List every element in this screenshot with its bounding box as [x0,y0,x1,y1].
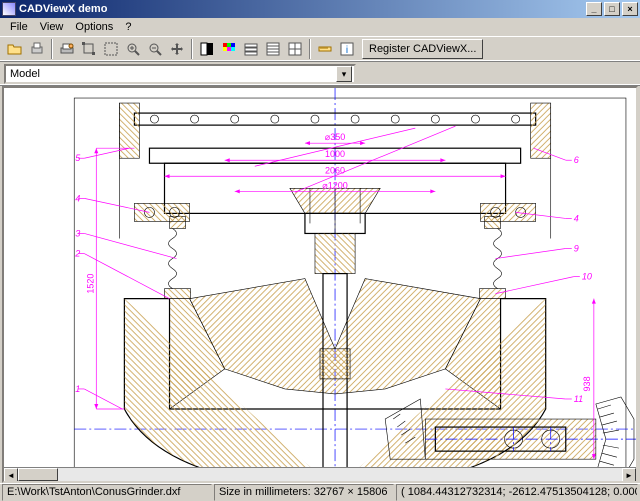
canvas-viewport[interactable]: ⌀350 1000 2060 ⌀1200 1520 938 [2,86,638,483]
menu-file[interactable]: File [4,19,34,35]
black-white-icon[interactable] [196,38,218,60]
zoom-window-icon[interactable] [78,38,100,60]
dim-d1200: ⌀1200 [322,180,347,190]
label-3: 3 [75,228,80,238]
maximize-button[interactable]: □ [604,2,620,16]
dim-d350: ⌀350 [325,132,345,142]
toolbar-separator [309,39,311,59]
window-controls: _ □ × [586,2,638,16]
label-4: 4 [75,193,80,203]
dropdown-icon[interactable] [336,66,352,82]
status-filepath: E:\Work\TstAnton\ConusGrinder.dxf [2,484,212,501]
statusbar: E:\Work\TstAnton\ConusGrinder.dxf Size i… [0,483,640,501]
printer-setup-icon[interactable] [56,38,78,60]
label-8: 4 [574,213,579,223]
print-icon[interactable] [26,38,48,60]
menu-view[interactable]: View [34,19,70,35]
status-cursor: ( 1084.44312732314; -2612.47513504128; 0… [396,484,638,501]
scroll-track[interactable] [18,468,622,481]
horizontal-scrollbar[interactable]: ◄ ► [4,467,636,481]
menu-help[interactable]: ? [119,19,137,35]
menu-options[interactable]: Options [69,19,119,35]
grid-icon[interactable] [284,38,306,60]
label-2: 2 [74,249,80,259]
zoom-extents-icon[interactable] [100,38,122,60]
toolbar-separator [51,39,53,59]
minimize-button[interactable]: _ [586,2,602,16]
dim-1520: 1520 [85,274,95,294]
label-1: 1 [75,384,80,394]
layout-selector[interactable]: Model [4,64,356,84]
label-11: 11 [574,394,583,404]
svg-text:i: i [346,45,348,56]
label-10: 10 [582,272,592,282]
dim-2060: 2060 [325,165,345,175]
scroll-left-icon[interactable]: ◄ [4,468,18,482]
layout-selector-value: Model [10,68,40,80]
scroll-right-icon[interactable]: ► [622,468,636,482]
layout-icon[interactable] [262,38,284,60]
status-size: Size in millimeters: 32767 × 15806 [214,484,394,501]
layers-icon[interactable] [240,38,262,60]
dim-938: 938 [582,376,592,391]
zoom-in-icon[interactable] [122,38,144,60]
register-button[interactable]: Register CADViewX... [362,39,483,59]
info-icon[interactable]: i [336,38,358,60]
register-label: Register CADViewX... [369,43,476,55]
color-icon[interactable] [218,38,240,60]
toolbar: i Register CADViewX... [0,36,640,62]
dim-1000: 1000 [325,149,345,159]
window-title: CADViewX demo [19,3,586,15]
toolbar-separator [191,39,193,59]
cad-drawing[interactable]: ⌀350 1000 2060 ⌀1200 1520 938 [4,88,636,483]
menubar: File View Options ? [0,18,640,36]
selector-row: Model [0,62,640,86]
titlebar: CADViewX demo _ □ × [0,0,640,18]
app-icon [2,2,16,16]
ruler-icon[interactable] [314,38,336,60]
close-button[interactable]: × [622,2,638,16]
zoom-out-icon[interactable] [144,38,166,60]
label-6: 6 [574,155,580,165]
pan-icon[interactable] [166,38,188,60]
open-icon[interactable] [4,38,26,60]
scroll-thumb[interactable] [18,468,58,481]
label-9: 9 [574,244,579,254]
